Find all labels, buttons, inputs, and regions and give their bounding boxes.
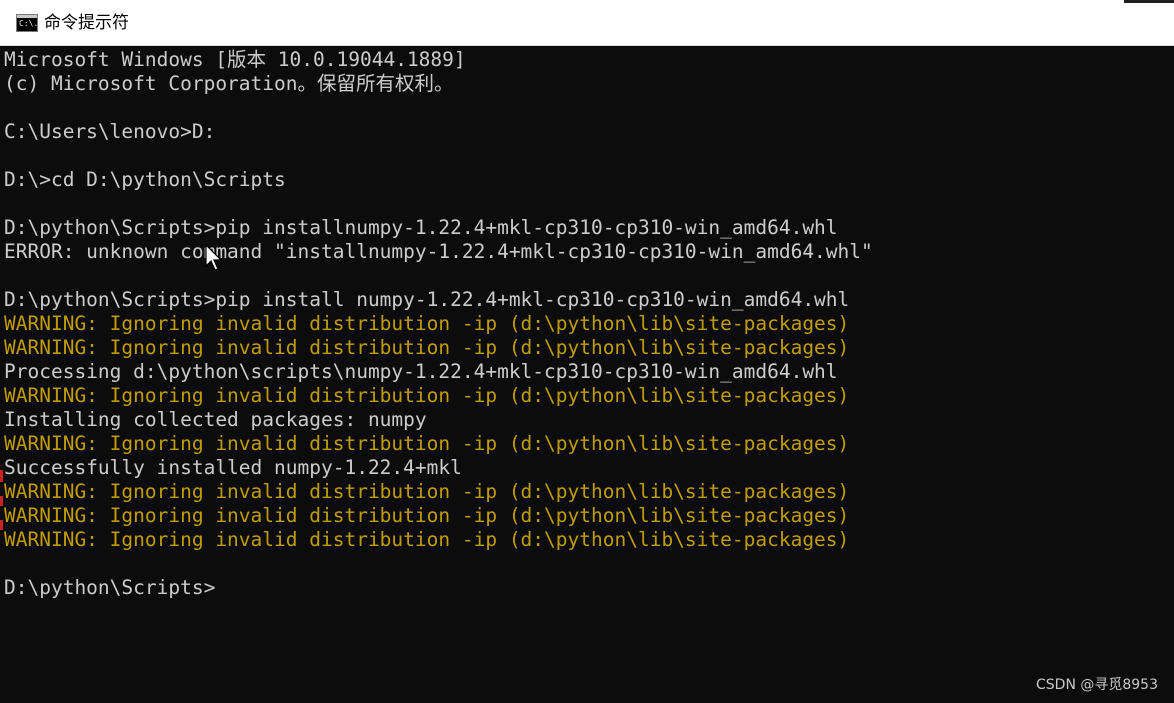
console-warning-line: WARNING: Ignoring invalid distribution -… <box>4 480 850 503</box>
icon-glyph: C:\. <box>19 19 39 28</box>
console-warning-line: WARNING: Ignoring invalid distribution -… <box>4 432 850 455</box>
console-line: Microsoft Windows [版本 10.0.19044.1889] <box>4 48 466 71</box>
edge-mark <box>0 470 3 482</box>
console-warning-line: WARNING: Ignoring invalid distribution -… <box>4 336 850 359</box>
edge-mark <box>0 520 3 530</box>
mouse-pointer-icon <box>205 244 223 271</box>
title-bar[interactable]: C:\. 命令提示符 <box>0 0 1174 46</box>
console-line: Successfully installed numpy-1.22.4+mkl <box>4 456 462 479</box>
window-title: 命令提示符 <box>44 13 129 33</box>
console-line: D:\python\Scripts>pip install numpy-1.22… <box>4 288 850 311</box>
console-output[interactable]: Microsoft Windows [版本 10.0.19044.1889] (c… <box>4 48 1170 688</box>
console-line: D:\python\Scripts>pip installnumpy-1.22.… <box>4 216 838 239</box>
console-line: Processing d:\python\scripts\numpy-1.22.… <box>4 360 838 383</box>
console-warning-line: WARNING: Ignoring invalid distribution -… <box>4 312 850 335</box>
watermark: CSDN @寻觅8953 <box>1036 677 1158 693</box>
console-warning-line: WARNING: Ignoring invalid distribution -… <box>4 504 850 527</box>
icon-title-strip <box>17 15 37 18</box>
console-line: D:\python\Scripts> <box>4 576 216 599</box>
left-edge-marks <box>0 470 3 560</box>
console-line: D:\>cd D:\python\Scripts <box>4 168 286 191</box>
window-edge <box>1124 0 1174 3</box>
console-line: C:\Users\lenovo>D: <box>4 120 216 143</box>
console-line: Installing collected packages: numpy <box>4 408 427 431</box>
command-prompt-window: C:\. 命令提示符 Microsoft Windows [版本 10.0.19… <box>0 0 1174 703</box>
console-warning-line: WARNING: Ignoring invalid distribution -… <box>4 528 850 551</box>
console-line: (c) Microsoft Corporation。保留所有权利。 <box>4 72 454 95</box>
console-line: ERROR: unknown command "installnumpy-1.2… <box>4 240 873 263</box>
edge-mark <box>0 496 3 506</box>
console-warning-line: WARNING: Ignoring invalid distribution -… <box>4 384 850 407</box>
console-app-icon[interactable]: C:\. <box>16 14 38 32</box>
